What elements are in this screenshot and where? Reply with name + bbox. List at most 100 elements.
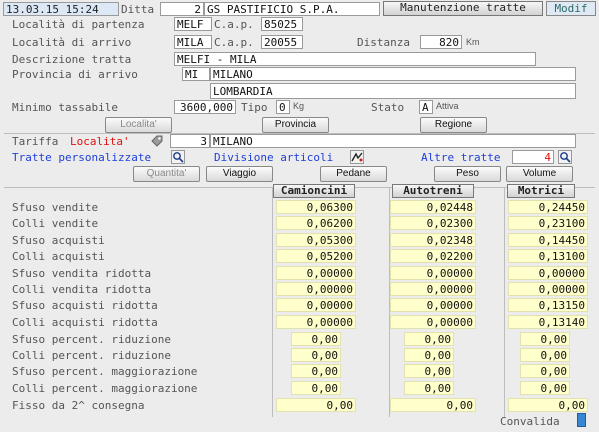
distanza-field[interactable]: 820 [420,35,462,49]
tag-icon[interactable] [150,134,164,148]
quantita-button[interactable]: Quantita' [133,166,200,182]
pedane-button[interactable]: Pedane [320,166,387,182]
perc-row-2-label: Sfuso percent. maggiorazione [12,365,198,379]
search-icon[interactable] [558,150,572,164]
localita-button[interactable]: Localita' [105,117,172,133]
column-divider [504,188,505,417]
altre-tratte-count: 4 [512,150,554,164]
ditta-label: Ditta [121,3,155,16]
rate-row-3-value-2[interactable]: 0,13100 [508,249,588,264]
fisso-row-value-1[interactable]: 0,00 [390,398,476,412]
rate-row-7-value-0[interactable]: 0,00000 [276,314,356,329]
rate-row-3-value-1[interactable]: 0,02200 [390,249,476,264]
minimo-field[interactable]: 3600,000 [174,100,236,114]
perc-row-0-value-1[interactable]: 0,00 [404,332,454,346]
fisso-row-label: Fisso da 2^ consegna [12,399,145,412]
perc-row-0-label: Sfuso percent. riduzione [12,333,171,346]
rate-row-2-value-0[interactable]: 0,05300 [276,232,356,247]
tariffa-type: Localita' [70,135,130,148]
rate-row-1-label: Colli vendite [12,217,99,231]
column-header-camioncini[interactable]: Camioncini [273,184,355,198]
split-icon[interactable] [350,150,364,164]
provincia-label: Provincia di arrivo [12,68,138,81]
rate-row-0-value-0[interactable]: 0,06300 [276,200,356,214]
rate-row-4-value-0[interactable]: 0,00000 [276,265,356,280]
provincia-button[interactable]: Provincia [262,117,329,133]
viaggio-button[interactable]: Viaggio [206,166,273,182]
arrivo-cap-label: C.a.p. [214,36,254,49]
convalida-button[interactable] [577,413,586,427]
tipo-field[interactable]: 0 [276,100,290,114]
arrivo-cap-field[interactable]: 20055 [261,35,303,49]
descrizione-label: Descrizione tratta [12,53,132,66]
tariffa-code-field[interactable]: 3 [170,134,210,148]
perc-row-3-value-1[interactable]: 0,00 [404,380,454,395]
rate-row-4-label: Sfuso vendita ridotta [12,266,152,280]
tipo-label: Tipo [241,101,268,114]
rate-row-2-value-2[interactable]: 0,14450 [508,232,588,247]
perc-row-0-value-2[interactable]: 0,00 [520,332,570,346]
provincia-name-field: MILANO [210,67,576,81]
stato-field[interactable]: A [419,100,433,114]
distanza-unit: Km [466,37,480,47]
column-header-motrici[interactable]: Motrici [507,184,575,198]
perc-row-1-value-2[interactable]: 0,00 [520,348,570,363]
page-title: Manutenzione tratte [383,1,543,16]
fisso-row-value-2[interactable]: 0,00 [508,398,588,412]
rate-row-0-value-1[interactable]: 0,02448 [390,200,476,214]
provincia-code-field[interactable]: MI [182,67,210,81]
rate-row-1-value-1[interactable]: 0,02300 [390,216,476,231]
search-icon[interactable] [171,150,185,164]
descrizione-field[interactable]: MELFI - MILA [174,52,536,66]
regione-button[interactable]: Regione [420,117,487,133]
arrivo-label: Località di arrivo [12,36,132,49]
rate-row-5-value-0[interactable]: 0,00000 [276,282,356,296]
rate-row-7-label: Colli acquisti ridotta [12,315,158,329]
rate-row-1-value-0[interactable]: 0,06200 [276,216,356,231]
rate-row-3-value-0[interactable]: 0,05200 [276,249,356,264]
rate-row-4-value-2[interactable]: 0,00000 [508,265,588,280]
ditta-code-field[interactable]: 2 [160,2,204,16]
column-header-autotreni[interactable]: Autotreni [392,184,474,198]
rate-row-6-label: Sfuso acquisti ridotta [12,299,158,313]
rate-row-5-value-1[interactable]: 0,00000 [390,282,476,296]
tariffa-label: Tariffa [12,135,59,148]
rate-row-2-value-1[interactable]: 0,02348 [390,232,476,247]
rate-row-3-label: Colli acquisti [12,250,105,264]
column-divider [272,188,273,417]
arrivo-code-field[interactable]: MILA [174,35,212,49]
perc-row-1-value-0[interactable]: 0,00 [291,348,341,363]
perc-row-0-value-0[interactable]: 0,00 [291,332,341,346]
rate-row-4-value-1[interactable]: 0,00000 [390,265,476,280]
rate-row-7-value-2[interactable]: 0,13140 [508,314,588,329]
rate-row-0-label: Sfuso vendite [12,201,99,214]
perc-row-2-value-2[interactable]: 0,00 [520,364,570,379]
perc-row-2-value-1[interactable]: 0,00 [404,364,454,379]
peso-button[interactable]: Peso [434,166,501,182]
tipo-unit: Kg [293,101,305,111]
partenza-cap-field[interactable]: 85025 [261,17,303,31]
partenza-code-field[interactable]: MELF [174,17,212,31]
rate-row-6-value-0[interactable]: 0,00000 [276,298,356,313]
rate-row-6-value-2[interactable]: 0,13150 [508,298,588,313]
fisso-row-value-0[interactable]: 0,00 [276,398,356,412]
rate-row-2-label: Sfuso acquisti [12,233,105,247]
tariffa-name-field: MILANO [210,134,576,148]
perc-row-2-value-0[interactable]: 0,00 [291,364,341,379]
perc-row-3-value-0[interactable]: 0,00 [291,380,341,395]
tratte-personalizzate-link[interactable]: Tratte personalizzate [12,151,151,164]
rate-row-1-value-2[interactable]: 0,23100 [508,216,588,231]
perc-row-3-value-2[interactable]: 0,00 [520,380,570,395]
rate-row-5-value-2[interactable]: 0,00000 [508,282,588,296]
altre-tratte-link[interactable]: Altre tratte [421,151,500,164]
perc-row-3-label: Colli percent. maggiorazione [12,381,198,395]
rate-row-6-value-1[interactable]: 0,00000 [390,298,476,313]
regione-name-field: LOMBARDIA [210,83,576,99]
mode-indicator: Modif [546,1,596,16]
volume-button[interactable]: Volume [506,166,573,182]
rate-row-0-value-2[interactable]: 0,24450 [508,200,588,214]
perc-row-1-label: Colli percent. riduzione [12,349,171,363]
rate-row-7-value-1[interactable]: 0,00000 [390,314,476,329]
divisione-articoli-link[interactable]: Divisione articoli [214,151,333,164]
perc-row-1-value-1[interactable]: 0,00 [404,348,454,363]
